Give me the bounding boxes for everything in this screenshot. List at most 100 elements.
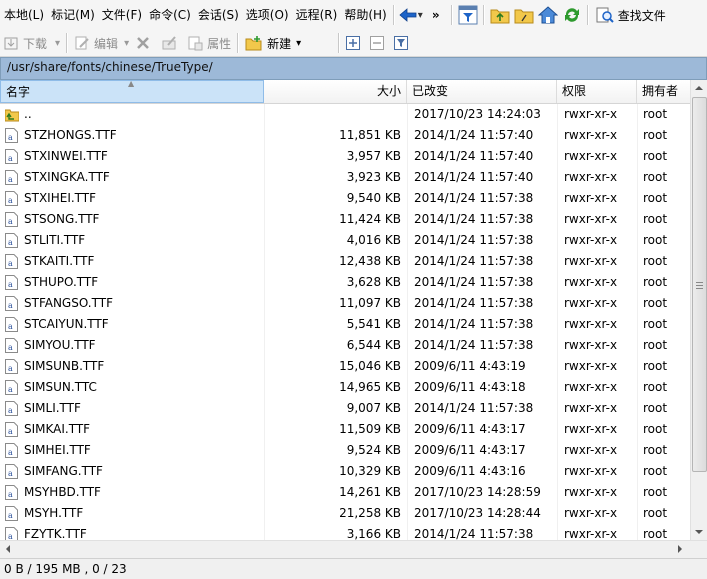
scroll-left-icon[interactable] (6, 545, 10, 553)
parent-dir-button[interactable] (489, 4, 511, 26)
file-row[interactable]: a SIMLI.TTF 9,007 KB 2014/1/24 11:57:38 rwxr… (0, 398, 690, 419)
back-button[interactable]: ▾ (399, 4, 423, 26)
file-permissions: rwxr-xr-x (564, 254, 618, 268)
file-size: 11,097 KB (339, 296, 401, 310)
menu-mark[interactable]: 标记(M) (47, 0, 98, 30)
font-file-icon: a (5, 485, 19, 500)
scroll-down-icon[interactable] (695, 530, 703, 534)
more-button[interactable]: » (425, 4, 447, 26)
scroll-up-icon[interactable] (695, 86, 703, 90)
file-row[interactable]: a STFANGSO.TTF 11,097 KB 2014/1/24 11:57:38… (0, 293, 690, 314)
file-row[interactable]: a STHUPO.TTF 3,628 KB 2014/1/24 11:57:38 rwx… (0, 272, 690, 293)
filter-button[interactable] (457, 4, 479, 26)
file-owner: root (643, 359, 668, 373)
file-row[interactable]: a SIMKAI.TTF 11,509 KB 2009/6/11 4:43:17 rwx… (0, 419, 690, 440)
column-modified[interactable]: 已改变 (407, 80, 557, 103)
font-file-icon: a (5, 359, 19, 374)
menu-file[interactable]: 文件(F) (98, 0, 145, 30)
file-row[interactable]: a STKAITI.TTF 12,438 KB 2014/1/24 11:57:38 r… (0, 251, 690, 272)
file-row[interactable]: .. 2017/10/23 14:24:03 rwxr-xr-x root (0, 104, 690, 125)
file-owner: root (643, 128, 668, 142)
file-row[interactable]: a FZYTK.TTF 3,166 KB 2014/1/24 11:57:38 rwxr… (0, 524, 690, 540)
file-permissions: rwxr-xr-x (564, 527, 618, 540)
file-row[interactable]: a STZHONGS.TTF 11,851 KB 2014/1/24 11:57:40… (0, 125, 690, 146)
file-size: 3,957 KB (346, 149, 401, 163)
font-file-icon: a (5, 191, 19, 206)
font-file-icon: a (5, 275, 19, 290)
home-dir-button[interactable] (537, 4, 559, 26)
scroll-thumb[interactable] (692, 97, 707, 472)
column-owner[interactable]: 拥有者 (637, 80, 690, 103)
svg-text:a: a (8, 301, 13, 310)
font-file-icon: a (5, 128, 19, 143)
file-row[interactable]: a STLITI.TTF 4,016 KB 2014/1/24 11:57:38 rwx… (0, 230, 690, 251)
download-button[interactable]: 下载 ▾ (0, 31, 63, 55)
file-permissions: rwxr-xr-x (564, 191, 618, 205)
file-modified: 2014/1/24 11:57:40 (414, 170, 534, 184)
rename-icon (162, 36, 176, 50)
edit-button[interactable]: 编辑 ▾ (71, 31, 132, 55)
file-permissions: rwxr-xr-x (564, 107, 618, 121)
file-row[interactable]: a STSONG.TTF 11,424 KB 2014/1/24 11:57:38 rw… (0, 209, 690, 230)
toolbar-separator (338, 33, 341, 53)
file-size: 11,424 KB (339, 212, 401, 226)
select-all-button[interactable] (343, 31, 367, 55)
find-files-button[interactable]: 查找文件 (593, 4, 669, 26)
column-size[interactable]: 大小 (264, 80, 407, 103)
menu-commands[interactable]: 命令(C) (145, 0, 194, 30)
file-row[interactable]: a MSYH.TTF 21,258 KB 2017/10/23 14:28:44 rwx… (0, 503, 690, 524)
file-size: 12,438 KB (339, 254, 401, 268)
menu-help[interactable]: 帮助(H) (340, 0, 389, 30)
toolbar-separator (450, 5, 453, 25)
column-modified-label: 已改变 (412, 84, 449, 98)
file-size: 10,329 KB (339, 464, 401, 478)
svg-text:a: a (8, 196, 13, 205)
font-file-icon: a (5, 464, 19, 479)
file-row[interactable]: a SIMSUN.TTC 14,965 KB 2009/6/11 4:43:18 rwx… (0, 377, 690, 398)
file-row[interactable]: a SIMSUNB.TTF 15,046 KB 2009/6/11 4:43:19 rw… (0, 356, 690, 377)
svg-text:a: a (8, 532, 13, 540)
menu-remote[interactable]: 远程(R) (292, 0, 341, 30)
column-permissions[interactable]: 权限 (557, 80, 637, 103)
scroll-right-icon[interactable] (678, 545, 682, 553)
menu-options[interactable]: 选项(O) (242, 0, 292, 30)
file-modified: 2014/1/24 11:57:38 (414, 191, 534, 205)
rename-button[interactable] (158, 31, 184, 55)
properties-label: 属性 (207, 36, 232, 51)
file-row[interactable]: a MSYHBD.TTF 14,261 KB 2017/10/23 14:28:59 r… (0, 482, 690, 503)
vertical-scrollbar[interactable] (690, 80, 707, 540)
root-dir-button[interactable] (513, 4, 535, 26)
file-size: 9,524 KB (346, 443, 401, 457)
file-name: STXIHEI.TTF (24, 191, 97, 205)
horizontal-scrollbar[interactable] (0, 540, 707, 558)
svg-text:a: a (8, 469, 13, 478)
filter-icon (394, 36, 409, 50)
file-permissions: rwxr-xr-x (564, 149, 618, 163)
sort-arrow-icon: ▲ (128, 80, 135, 88)
file-modified: 2017/10/23 14:28:59 (414, 485, 541, 499)
file-row[interactable]: a STXIHEI.TTF 9,540 KB 2014/1/24 11:57:38 rw… (0, 188, 690, 209)
file-row[interactable]: a STXINGKA.TTF 3,923 KB 2014/1/24 11:57:40 r… (0, 167, 690, 188)
new-button[interactable]: 新建 ▾ (242, 31, 304, 55)
filter-select-button[interactable] (391, 31, 415, 55)
file-row[interactable]: a STXINWEI.TTF 3,957 KB 2014/1/24 11:57:40 r… (0, 146, 690, 167)
file-modified: 2014/1/24 11:57:38 (414, 401, 534, 415)
grip-line (696, 285, 703, 286)
properties-button[interactable]: 属性 (184, 31, 234, 55)
file-row[interactable]: a SIMHEI.TTF 9,524 KB 2009/6/11 4:43:17 rwxr… (0, 440, 690, 461)
file-name: STXINGKA.TTF (24, 170, 110, 184)
file-row[interactable]: a SIMYOU.TTF 6,544 KB 2014/1/24 11:57:38 rwx… (0, 335, 690, 356)
column-size-label: 大小 (376, 84, 401, 98)
file-modified: 2014/1/24 11:57:38 (414, 296, 534, 310)
delete-button[interactable] (132, 31, 158, 55)
file-name: SIMSUN.TTC (24, 380, 97, 394)
path-bar[interactable]: /usr/share/fonts/chinese/TrueType/ (0, 57, 707, 80)
menu-local[interactable]: 本地(L) (0, 0, 47, 30)
file-owner: root (643, 422, 668, 436)
file-row[interactable]: a STCAIYUN.TTF 5,541 KB 2014/1/24 11:57:38 r… (0, 314, 690, 335)
refresh-button[interactable] (561, 4, 583, 26)
deselect-button[interactable] (367, 31, 391, 55)
menu-session[interactable]: 会话(S) (194, 0, 242, 30)
file-list: 名字 ▲ 大小 已改变 权限 拥有者 .. 2017/10/23 14:24:03… (0, 80, 707, 540)
file-row[interactable]: a SIMFANG.TTF 10,329 KB 2009/6/11 4:43:16 rw… (0, 461, 690, 482)
